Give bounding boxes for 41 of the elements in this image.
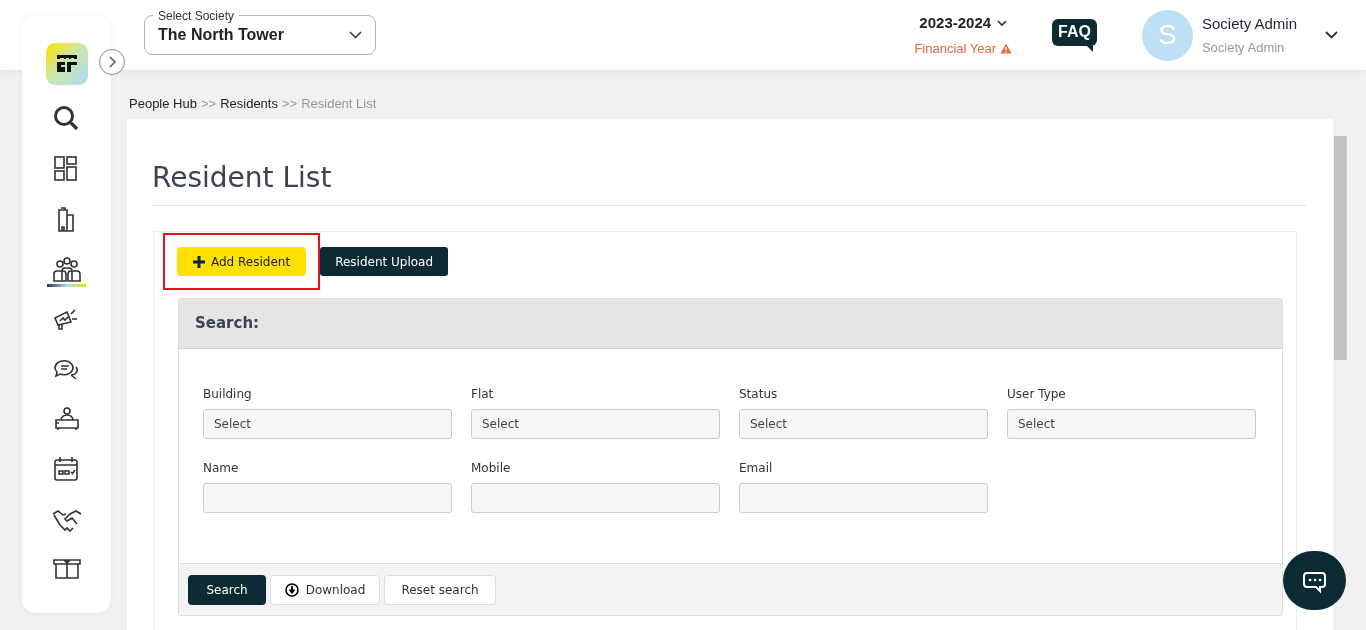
- chevron-down-icon: [997, 19, 1008, 27]
- search-panel-title: Search:: [195, 313, 260, 335]
- select-value: The North Tower: [158, 25, 284, 45]
- financial-year-value[interactable]: 2023-2024: [919, 12, 992, 35]
- input-field[interactable]: [471, 483, 720, 513]
- download-button[interactable]: Download: [270, 574, 380, 605]
- people-icon: [50, 254, 83, 284]
- financial-year-label: Financial Year: [914, 39, 997, 58]
- input-field[interactable]: [203, 483, 452, 513]
- upload-button[interactable]: Resident Upload: [320, 247, 449, 276]
- field-label: Building: [203, 386, 253, 403]
- page-title: Resident List: [152, 157, 1306, 206]
- select-field[interactable]: Select: [1007, 409, 1256, 439]
- plus-icon: [193, 255, 205, 268]
- breadcrumb-separator: >>: [200, 95, 217, 113]
- field-label: Flat: [471, 386, 495, 403]
- user-role: Society Admin: [1201, 38, 1286, 57]
- current-page-label: Resident List: [301, 95, 377, 113]
- add-resident-button[interactable]: Add Resident: [177, 247, 307, 276]
- select-field[interactable]: Select: [739, 409, 988, 439]
- field-label: Name: [203, 460, 240, 477]
- select-field[interactable]: Select: [203, 409, 452, 439]
- select-field[interactable]: Select: [471, 409, 720, 439]
- breadcrumb-link[interactable]: Residents: [220, 94, 278, 114]
- field-label: Status: [739, 386, 779, 403]
- search-button[interactable]: Search: [188, 574, 266, 605]
- field-label: User Type: [1007, 386, 1067, 403]
- breadcrumb-link[interactable]: People Hub: [129, 94, 197, 114]
- user-name: Society Admin: [1201, 14, 1297, 34]
- chevron-down-icon: [349, 31, 362, 39]
- chevron-right-icon: [108, 56, 116, 68]
- breadcrumb-separator: >>: [281, 95, 298, 113]
- input-field[interactable]: [739, 483, 988, 513]
- warning-icon: [1000, 42, 1013, 54]
- reset-search-button[interactable]: Reset search: [384, 574, 496, 605]
- field-label: Email: [739, 460, 774, 477]
- chevron-down-icon[interactable]: [1325, 31, 1338, 39]
- download-icon: [284, 582, 299, 597]
- app-logo[interactable]: [45, 43, 88, 85]
- field-label: Mobile: [471, 460, 512, 477]
- logo-mark-icon: [55, 54, 78, 74]
